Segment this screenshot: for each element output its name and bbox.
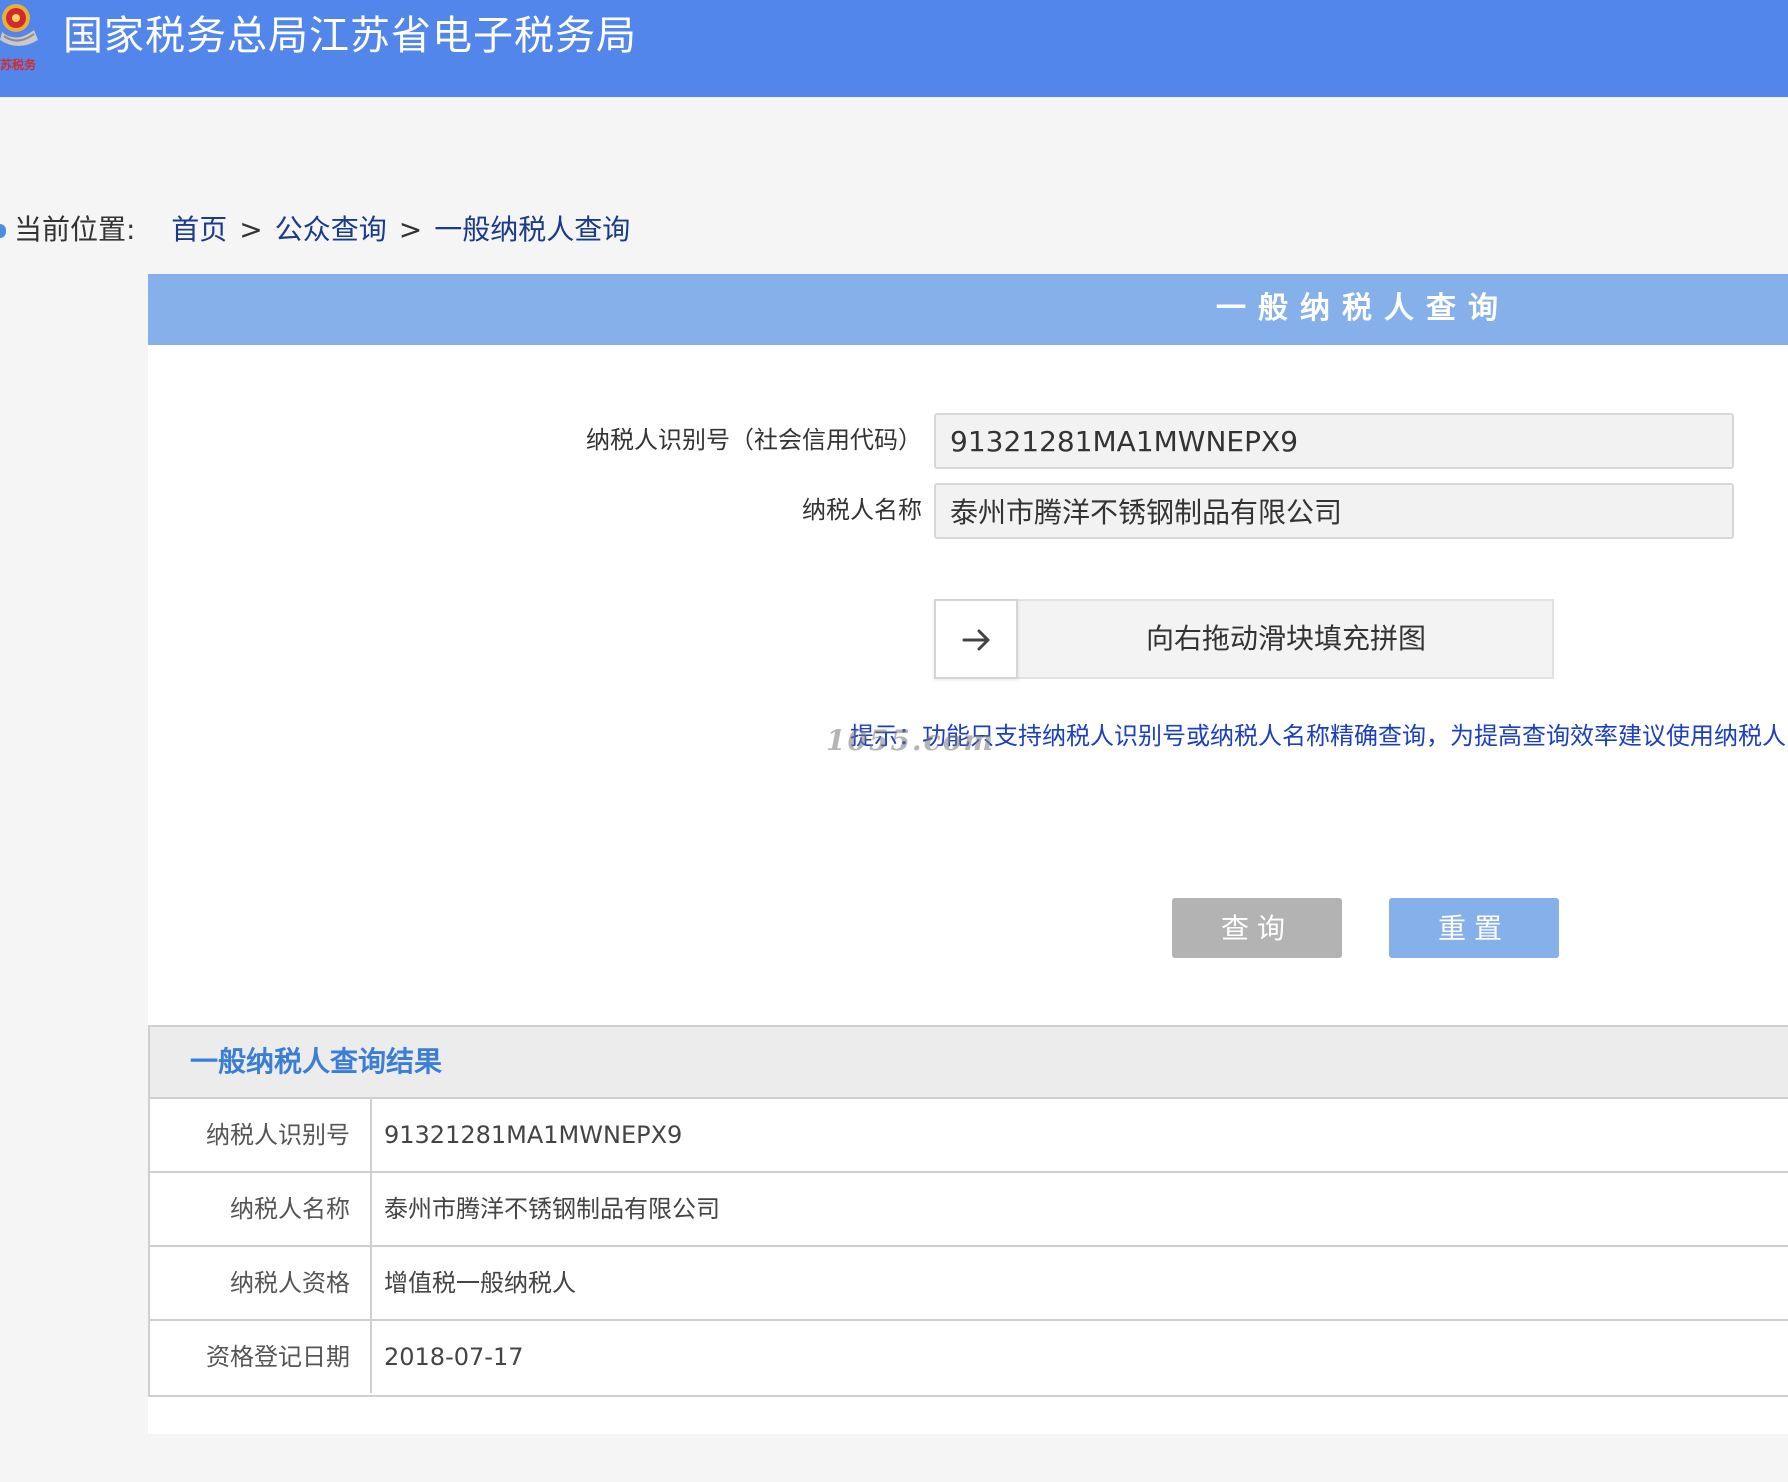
slider-handle[interactable] xyxy=(934,599,1018,679)
arrow-right-icon xyxy=(962,629,990,651)
table-row: 纳税人名称 泰州市腾洋不锈钢制品有限公司 xyxy=(150,1173,1788,1247)
row-label: 资格登记日期 xyxy=(150,1321,372,1393)
query-panel: 一般纳税人查询 纳税人识别号（社会信用代码） 纳税人名称 向右拖动滑块填充拼图 … xyxy=(148,274,1788,1434)
tax-id-input[interactable] xyxy=(934,413,1734,469)
query-button[interactable]: 查询 xyxy=(1172,898,1342,958)
watermark: 1055.com xyxy=(826,724,996,757)
tax-emblem-icon[interactable]: 苏税务 xyxy=(0,0,44,72)
site-title: 国家税务总局江苏省电子税务局 xyxy=(63,13,637,59)
results-table: 一般纳税人查询结果 纳税人识别号 91321281MA1MWNEPX9 纳税人名… xyxy=(148,1025,1788,1397)
row-value: 2018-07-17 xyxy=(384,1343,524,1371)
breadcrumb-home-link[interactable]: 首页 xyxy=(171,213,227,246)
top-header: 苏税务 国家税务总局江苏省电子税务局 xyxy=(0,0,1788,97)
table-row: 纳税人识别号 91321281MA1MWNEPX9 xyxy=(150,1099,1788,1173)
slider-instruction: 向右拖动滑块填充拼图 xyxy=(1145,622,1426,655)
breadcrumb-separator: > xyxy=(398,213,423,246)
tax-id-label: 纳税人识别号（社会信用代码） xyxy=(586,426,922,454)
panel-header: 一般纳税人查询 xyxy=(148,274,1788,345)
breadcrumb-marker-icon xyxy=(0,224,6,238)
row-label: 纳税人名称 xyxy=(150,1173,372,1245)
taxpayer-name-label: 纳税人名称 xyxy=(802,496,922,524)
slider-captcha[interactable]: 向右拖动滑块填充拼图 xyxy=(934,599,1554,679)
breadcrumb-prefix: 当前位置: xyxy=(14,213,136,246)
row-label: 纳税人识别号 xyxy=(150,1099,372,1171)
row-value: 泰州市腾洋不锈钢制品有限公司 xyxy=(384,1195,720,1223)
logo-text: 苏税务 xyxy=(0,58,37,72)
row-value: 增值税一般纳税人 xyxy=(384,1269,576,1297)
row-value: 91321281MA1MWNEPX9 xyxy=(384,1121,683,1149)
results-title: 一般纳税人查询结果 xyxy=(190,1045,443,1078)
results-header: 一般纳税人查询结果 xyxy=(150,1027,1788,1099)
breadcrumb: 当前位置: 首页 > 公众查询 > 一般纳税人查询 xyxy=(0,210,630,250)
table-row: 纳税人资格 增值税一般纳税人 xyxy=(150,1247,1788,1321)
taxpayer-name-input[interactable] xyxy=(934,483,1734,539)
row-label: 纳税人资格 xyxy=(150,1247,372,1319)
breadcrumb-public-query-link[interactable]: 公众查询 xyxy=(275,213,387,246)
panel-title: 一般纳税人查询 xyxy=(1216,291,1510,326)
table-row: 资格登记日期 2018-07-17 xyxy=(150,1321,1788,1395)
reset-button[interactable]: 重置 xyxy=(1389,898,1559,958)
breadcrumb-current-page: 一般纳税人查询 xyxy=(434,213,631,246)
breadcrumb-separator: > xyxy=(239,213,263,246)
